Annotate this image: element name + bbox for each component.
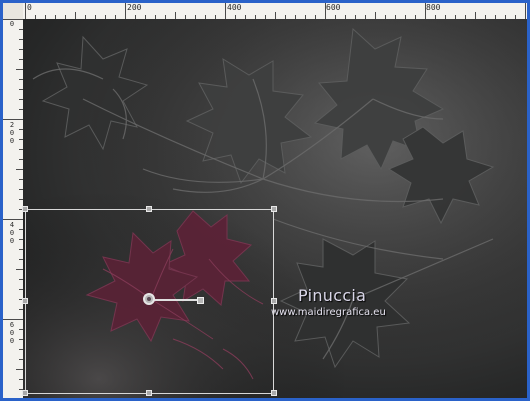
square-handle-icon[interactable] — [22, 206, 28, 212]
ruler-tick — [175, 12, 176, 19]
rotation-handle-icon[interactable] — [197, 297, 204, 304]
ruler-tick — [525, 3, 526, 19]
horizontal-ruler[interactable]: 0 200 400 600 800 — [23, 3, 527, 20]
square-handle-icon[interactable] — [22, 298, 28, 304]
ruler-tick — [375, 12, 376, 19]
ruler-tick — [75, 12, 76, 19]
ruler-label-600: 600 — [326, 3, 341, 12]
rotation-line — [150, 299, 200, 301]
square-handle-icon[interactable] — [271, 206, 277, 212]
square-handle-icon[interactable] — [271, 298, 277, 304]
square-handle-icon[interactable] — [146, 206, 152, 212]
vruler-label-200: 200 — [9, 121, 15, 145]
square-handle-icon[interactable] — [271, 390, 277, 396]
ruler-tick — [125, 3, 126, 19]
vruler-label-400: 400 — [9, 221, 15, 245]
ruler-tick — [16, 69, 23, 70]
ruler-tick — [3, 219, 23, 220]
pivot-center-dot — [147, 297, 151, 301]
ruler-tick — [16, 169, 23, 170]
square-handle-icon[interactable] — [146, 390, 152, 396]
ruler-label-0: 0 — [27, 3, 32, 12]
vertical-ruler[interactable]: 0 200 400 600 — [3, 19, 24, 398]
ruler-tick — [3, 19, 23, 20]
square-handle-icon[interactable] — [22, 390, 28, 396]
ruler-label-800: 800 — [426, 3, 441, 12]
ruler-tick — [225, 3, 226, 19]
ruler-tick — [475, 12, 476, 19]
ruler-tick — [16, 269, 23, 270]
watermark-title: Pinuccia — [298, 286, 367, 305]
ruler-tick — [425, 3, 426, 19]
ruler-tick — [325, 3, 326, 19]
ruler-tick — [16, 369, 23, 370]
vruler-label-0: 0 — [9, 20, 15, 28]
ruler-corner — [3, 3, 24, 20]
ruler-tick — [275, 12, 276, 19]
ruler-label-400: 400 — [227, 3, 242, 12]
watermark-url: www.maidiregrafica.eu — [271, 307, 386, 318]
ruler-tick — [3, 119, 23, 120]
ruler-label-200: 200 — [127, 3, 142, 12]
ruler-tick — [3, 319, 23, 320]
ruler-tick — [25, 3, 26, 19]
vruler-label-600: 600 — [9, 321, 15, 345]
